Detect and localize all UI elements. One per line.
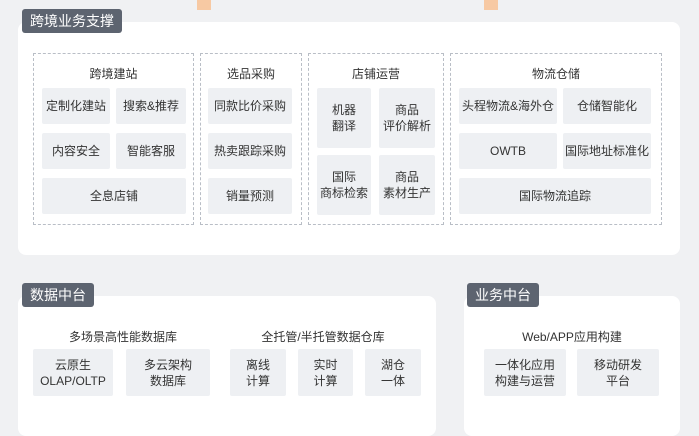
card-line: 商品 (394, 103, 419, 117)
decorative-accent-right (484, 0, 498, 10)
card-line: 一体 (380, 373, 405, 388)
cross-border-panel: 跨境建站 定制化建站 搜索&推荐 内容安全 智能客服 全息店铺 选品采购 同款比… (18, 22, 680, 255)
section-tag-business-platform: 业务中台 (467, 283, 539, 307)
section-tag-cross-border: 跨境业务支撑 (22, 9, 122, 33)
group-site-building: 跨境建站 定制化建站 搜索&推荐 内容安全 智能客服 全息店铺 (33, 53, 194, 225)
card-line: 评价解析 (382, 119, 431, 133)
card-line: 翻译 (331, 119, 356, 133)
card-line: 云原生 (54, 357, 91, 372)
group-store-operations: 店铺运营 机器 翻译 商品 评价解析 国际 商标检索 商品 素材生产 (308, 53, 444, 225)
card-sales-forecast[interactable]: 销量预测 (208, 178, 292, 214)
card-hot-tracking[interactable]: 热卖跟踪采购 (208, 133, 292, 169)
group-title: Web/APP应用构建 (522, 330, 622, 344)
card-offline-compute[interactable]: 离线 计算 (230, 349, 286, 396)
card-line: 多云架构 (143, 357, 192, 372)
card-line: OLAP/OLTP (40, 373, 106, 388)
card-line: 国际 (331, 170, 356, 184)
group-title: 跨境建站 (89, 67, 138, 81)
group-logistics: 物流仓储 头程物流&海外仓 仓储智能化 OWTB 国际地址标准化 国际物流追踪 (450, 53, 662, 225)
card-mobile-dev[interactable]: 移动研发 平台 (577, 349, 659, 396)
card-line: 机器 (331, 103, 356, 117)
decorative-accent-left (197, 0, 211, 10)
card-line: 一体化应用 (494, 357, 555, 372)
group-sourcing: 选品采购 同款比价采购 热卖跟踪采购 销量预测 (200, 53, 302, 225)
card-address-standardization[interactable]: 国际地址标准化 (563, 133, 651, 169)
card-custom-site[interactable]: 定制化建站 (42, 88, 110, 124)
card-line: 移动研发 (593, 357, 642, 372)
card-price-compare[interactable]: 同款比价采购 (208, 88, 292, 124)
card-first-leg-logistics[interactable]: 头程物流&海外仓 (459, 88, 557, 124)
card-line: 离线 (245, 357, 270, 372)
card-holo-store[interactable]: 全息店铺 (42, 178, 186, 214)
business-platform-panel: Web/APP应用构建 一体化应用 构建与运营 移动研发 平台 (464, 296, 680, 436)
card-search-recommend[interactable]: 搜索&推荐 (116, 88, 186, 124)
card-trademark-search[interactable]: 国际 商标检索 (317, 155, 371, 215)
card-line: 素材生产 (382, 186, 431, 200)
card-line: 商品 (394, 170, 419, 184)
card-review-analysis[interactable]: 商品 评价解析 (379, 88, 435, 148)
card-line: 平台 (605, 373, 630, 388)
group-title: 全托管/半托管数据仓库 (261, 330, 385, 344)
group-title: 物流仓储 (531, 67, 580, 81)
data-platform-panel: 多场景高性能数据库 云原生 OLAP/OLTP 多云架构 数据库 全托管/半托管数据… (18, 296, 436, 436)
card-line: 数据库 (149, 373, 186, 388)
card-multi-cloud-db[interactable]: 多云架构 数据库 (126, 349, 210, 396)
card-line: 计算 (245, 373, 270, 388)
card-line: 湖仓 (380, 357, 405, 372)
group-title: 选品采购 (226, 67, 275, 81)
card-line: 构建与运营 (494, 373, 555, 388)
section-tag-data-platform: 数据中台 (22, 283, 94, 307)
card-cloud-native-db[interactable]: 云原生 OLAP/OLTP (33, 349, 113, 396)
group-title: 店铺运营 (351, 67, 400, 81)
card-logistics-tracking[interactable]: 国际物流追踪 (459, 178, 651, 214)
card-smart-service[interactable]: 智能客服 (116, 133, 186, 169)
card-warehouse-intelligence[interactable]: 仓储智能化 (563, 88, 651, 124)
card-material-production[interactable]: 商品 素材生产 (379, 155, 435, 215)
card-line: 实时 (313, 357, 338, 372)
group-title: 多场景高性能数据库 (68, 330, 177, 344)
card-content-security[interactable]: 内容安全 (42, 133, 110, 169)
card-integrated-app[interactable]: 一体化应用 构建与运营 (484, 349, 566, 396)
card-owtb[interactable]: OWTB (459, 133, 557, 169)
card-lakehouse[interactable]: 湖仓 一体 (365, 349, 421, 396)
card-line: 商标检索 (319, 186, 368, 200)
card-machine-translation[interactable]: 机器 翻译 (317, 88, 371, 148)
card-line: 计算 (313, 373, 338, 388)
card-realtime-compute[interactable]: 实时 计算 (298, 349, 353, 396)
